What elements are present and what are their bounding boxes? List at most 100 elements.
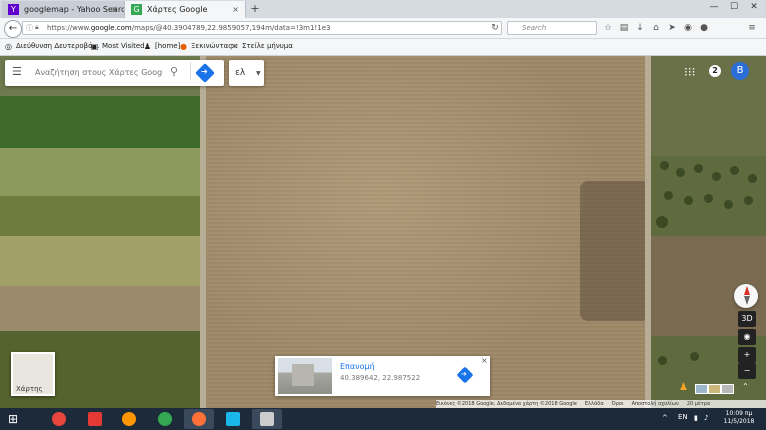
scale-label[interactable]: 20 μέτρα xyxy=(687,401,710,407)
clipboard-icon[interactable]: ▤ xyxy=(617,21,631,35)
map-tree xyxy=(694,164,703,173)
zoom-out-button[interactable]: − xyxy=(738,363,756,379)
tab-title: googlemap - Yahoo Searc... xyxy=(24,5,124,14)
map-tree xyxy=(658,356,667,365)
volume-icon[interactable]: ♪ xyxy=(704,414,708,422)
map-strip xyxy=(0,148,200,196)
zoom-in-button[interactable]: + xyxy=(738,347,756,363)
menu-icon[interactable]: ≡ xyxy=(745,21,759,35)
send-icon[interactable]: ➤ xyxy=(665,21,679,35)
search-divider xyxy=(190,62,191,80)
map-tree xyxy=(690,352,699,361)
tray-expand-icon[interactable]: ^ xyxy=(662,414,668,422)
clock-date: 11/5/2018 xyxy=(723,418,755,425)
google-maps-favicon-icon: G xyxy=(131,4,142,15)
maximize-button[interactable]: ☐ xyxy=(724,0,744,14)
attribution-text: Εικόνες ©2018 Google, Δεδομένα χάρτη ©20… xyxy=(436,401,577,407)
globe-icon: ◎ xyxy=(5,42,12,51)
map-road-left xyxy=(200,56,206,408)
folder-icon: ▣ xyxy=(90,42,99,51)
bookmark-label: Most Visited xyxy=(102,42,145,50)
firefox-taskbar-icon-2[interactable] xyxy=(184,409,214,429)
close-tab-icon[interactable]: × xyxy=(232,1,239,18)
close-tab-icon[interactable]: × xyxy=(111,1,118,18)
bookmark-item[interactable]: ♟ [home] xyxy=(143,40,180,53)
map-tree xyxy=(730,166,739,175)
directions-arrow-icon: ➔ xyxy=(201,67,208,76)
tab-google-maps[interactable]: G Χάρτες Google × xyxy=(124,1,246,18)
expand-icon[interactable]: ⌃ xyxy=(742,382,749,391)
system-clock[interactable]: 10:09 πμ 11/5/2018 xyxy=(716,410,762,426)
extension-icon[interactable]: ● xyxy=(697,21,711,35)
map-attribution: Εικόνες ©2018 Google, Δεδομένα χάρτη ©20… xyxy=(436,400,766,408)
imagery-thumb[interactable] xyxy=(721,384,734,394)
map-tree xyxy=(660,161,669,170)
map-tree xyxy=(748,174,757,183)
imagery-thumb[interactable] xyxy=(708,384,721,394)
compass-south-icon xyxy=(744,296,750,305)
hamburger-menu-icon[interactable]: ☰ xyxy=(12,66,24,77)
map-tree xyxy=(684,196,693,205)
person-icon: ♟ xyxy=(143,42,152,51)
pegman-icon[interactable]: ♟ xyxy=(679,382,688,393)
reload-icon[interactable]: ↻ xyxy=(488,21,502,35)
apps-grid-icon[interactable]: ⁝⁝⁝ xyxy=(684,65,695,79)
tilt-3d-button[interactable]: 3D xyxy=(738,311,756,327)
clock-time: 10:09 πμ xyxy=(725,410,753,417)
layer-label: Χάρτης xyxy=(16,385,43,393)
download-taskbar-icon[interactable] xyxy=(80,409,110,429)
maps-search-input[interactable] xyxy=(35,64,163,80)
mail-icon: ✉ xyxy=(231,42,238,51)
map-tree xyxy=(664,191,673,200)
place-photo-building xyxy=(292,364,314,386)
place-name[interactable]: Επανομή xyxy=(340,362,375,371)
info-icon[interactable]: ⓘ xyxy=(26,23,33,33)
browser-search-input[interactable]: Search xyxy=(507,21,597,35)
star-icon[interactable]: ☆ xyxy=(601,21,615,35)
notifications-badge[interactable]: 2 xyxy=(709,65,721,77)
imagery-thumb[interactable] xyxy=(695,384,708,394)
chrome-taskbar-icon[interactable] xyxy=(44,409,74,429)
bookmark-item[interactable]: ● Ξεκινώντας xyxy=(179,40,232,53)
firefox-taskbar-icon[interactable] xyxy=(114,409,144,429)
close-window-button[interactable]: ✕ xyxy=(744,0,764,14)
home-icon[interactable]: ⌂ xyxy=(649,21,663,35)
bookmark-label: Ξεκινώντας xyxy=(191,42,233,50)
bookmark-item[interactable]: ▣ Most Visited xyxy=(90,40,145,53)
map-tree xyxy=(676,168,685,177)
yahoo-favicon-icon: Y xyxy=(8,4,19,15)
my-location-icon[interactable]: ◉ xyxy=(738,329,756,345)
url-domain: google.com xyxy=(90,24,132,32)
map-tree xyxy=(712,172,721,181)
map-tree xyxy=(724,200,733,209)
close-icon[interactable]: × xyxy=(481,356,488,365)
feedback-link[interactable]: Αποστολή σχολίων xyxy=(632,401,679,407)
chrome-taskbar-icon-2[interactable] xyxy=(150,409,180,429)
terms-link[interactable]: Όροι xyxy=(612,401,624,407)
map-tree xyxy=(704,194,713,203)
avatar[interactable]: B xyxy=(731,62,749,80)
tab-yahoo-search[interactable]: Y googlemap - Yahoo Searc... × xyxy=(2,1,124,18)
paint-taskbar-icon[interactable] xyxy=(252,409,282,429)
attribution-region[interactable]: Ελλάδα xyxy=(585,401,604,407)
bookmark-item[interactable]: ✉ Στείλε μήνυμα xyxy=(230,40,293,53)
url-bar[interactable]: https://www.google.com/maps/@40.3904789,… xyxy=(22,21,502,35)
new-tab-button[interactable]: + xyxy=(248,1,262,17)
place-coordinates: 40.389642, 22.987522 xyxy=(340,374,421,382)
chevron-down-icon: ▼ xyxy=(256,70,261,77)
windows-start-button[interactable]: ⊞ xyxy=(2,409,24,429)
lock-icon[interactable]: 🔒︎ xyxy=(35,23,39,32)
search-icon[interactable]: ⚲ xyxy=(170,65,178,78)
network-icon[interactable]: ▮ xyxy=(694,414,698,422)
compass-north-icon xyxy=(744,286,750,295)
back-button[interactable]: ← xyxy=(4,20,22,38)
url-path: /maps/@40.3904789,22.9859057,194m/data=!… xyxy=(131,24,331,32)
minimize-button[interactable]: — xyxy=(704,0,724,14)
bookmark-item[interactable]: ◎ Διεύθυνση Δευτεροβά... xyxy=(4,40,99,53)
map-dark-patch xyxy=(580,181,650,321)
download-icon[interactable]: ↓ xyxy=(633,21,647,35)
bookmark-label: [home] xyxy=(155,42,181,50)
chat-icon[interactable]: ◉ xyxy=(681,21,695,35)
language-indicator[interactable]: EN xyxy=(678,413,688,421)
vimeo-taskbar-icon[interactable] xyxy=(218,409,248,429)
